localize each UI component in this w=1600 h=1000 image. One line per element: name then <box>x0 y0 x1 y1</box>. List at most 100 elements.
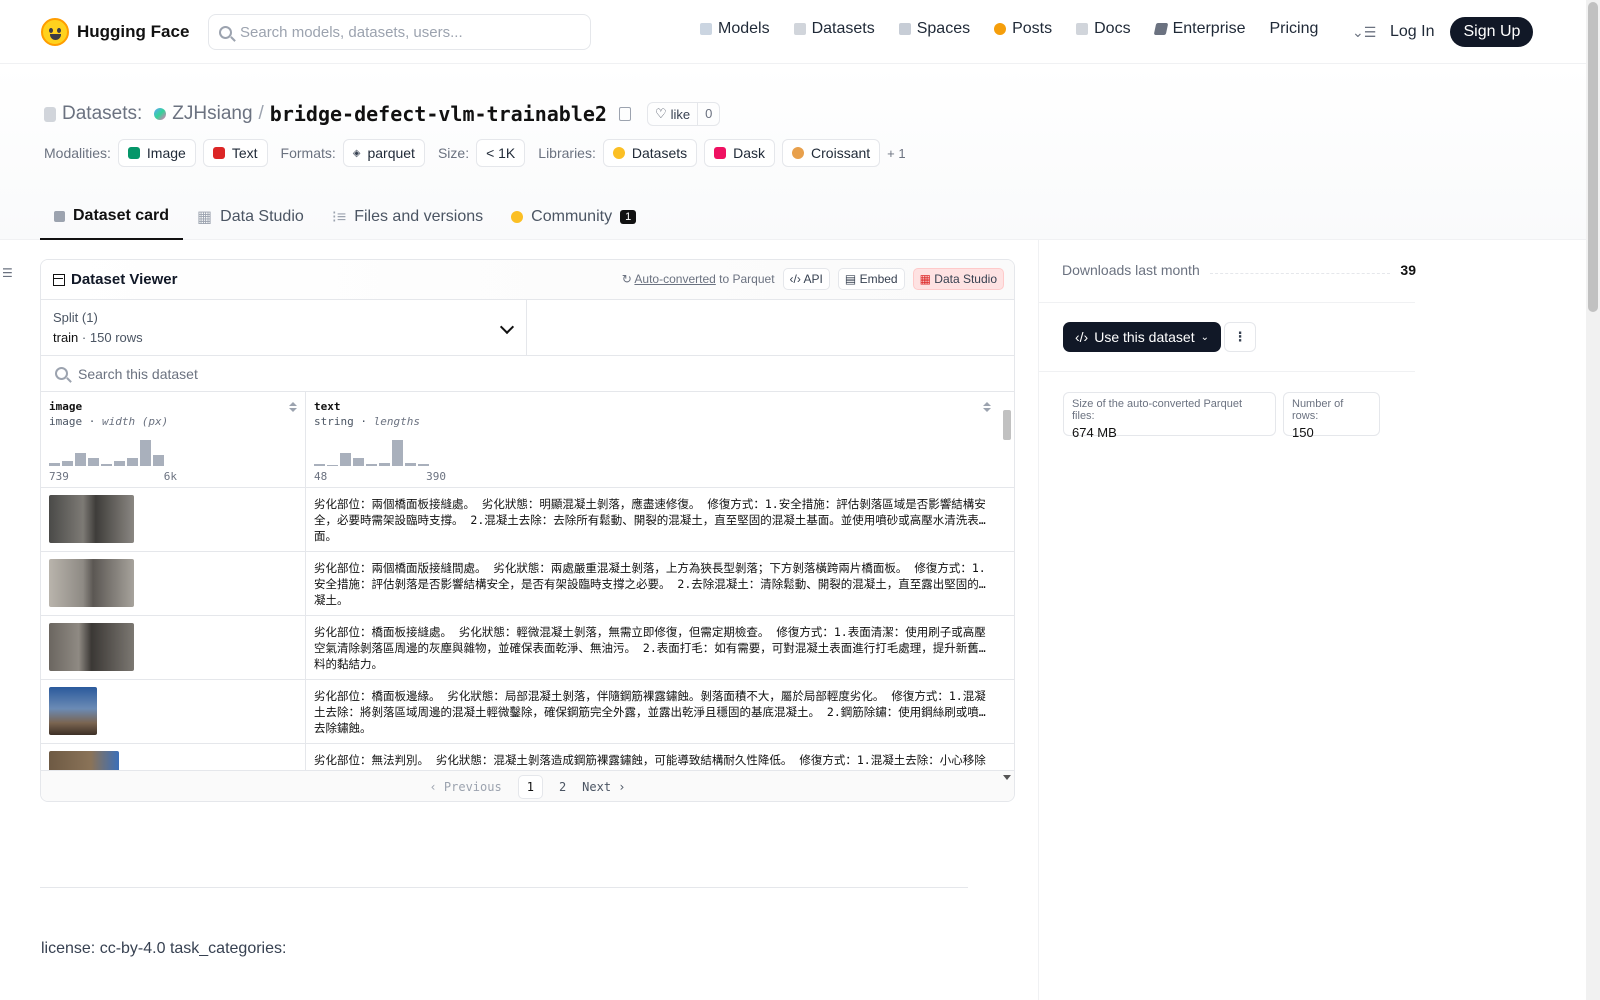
page-2-button[interactable]: 2 <box>559 780 566 794</box>
dataset-name[interactable]: bridge-defect-vlm-trainable2 <box>270 102 607 126</box>
library-croissant-tag[interactable]: Croissant <box>782 139 881 167</box>
page-scrollbar-thumb[interactable] <box>1588 2 1598 312</box>
sort-icon[interactable] <box>983 402 991 412</box>
scroll-down-arrow-icon[interactable] <box>1003 775 1011 780</box>
table-row[interactable]: 劣化部位：橋面板邊緣。 劣化狀態：局部混凝土剝落，伴隨鋼筋裸露鏽蝕。剝落面積不大… <box>41 680 1014 744</box>
column-header-image[interactable]: image image · width (px) 739 6k <box>41 392 306 487</box>
histogram-bar[interactable] <box>114 461 125 466</box>
signup-button[interactable]: Sign Up <box>1450 17 1534 47</box>
histogram-bar[interactable] <box>75 453 86 466</box>
nav-spaces[interactable]: Spaces <box>898 20 970 38</box>
image-cell[interactable] <box>41 744 306 770</box>
image-cell[interactable] <box>41 680 306 743</box>
api-button[interactable]: ‹/› API <box>782 268 830 290</box>
table-row[interactable]: 劣化部位：橋面板接縫處。 劣化狀態：輕微混凝土剝落，無需立即修復，但需定期檢查。… <box>41 616 1014 680</box>
autoconverted-note: ↻ Auto-converted to Parquet <box>622 272 775 286</box>
histogram-bar[interactable] <box>101 464 112 466</box>
like-button[interactable]: ♡ like 0 <box>646 102 721 126</box>
data-studio-button[interactable]: ▦ Data Studio <box>912 268 1004 290</box>
autoconverted-link[interactable]: Auto-converted <box>634 272 715 286</box>
histogram-bar[interactable] <box>353 458 364 466</box>
like-count[interactable]: 0 <box>697 103 719 125</box>
histogram-bar[interactable] <box>392 440 403 466</box>
table-row[interactable]: 劣化部位：無法判別。 劣化狀態：混凝土剝落造成鋼筋裸露鏽蝕，可能導致結構耐久性降… <box>41 744 1014 770</box>
tab-files-and-versions[interactable]: ⁝≡ Files and versions <box>318 194 497 240</box>
histogram-bar[interactable] <box>88 458 99 466</box>
more-menu-icon[interactable]: ⌄☰ <box>1352 24 1376 41</box>
image-cell[interactable] <box>41 552 306 615</box>
histogram-bar[interactable] <box>49 463 60 466</box>
global-search[interactable] <box>208 14 591 50</box>
histogram-bar[interactable] <box>379 463 390 466</box>
image-cell[interactable] <box>41 488 306 551</box>
histogram[interactable] <box>49 440 164 466</box>
text-cell[interactable]: 劣化部位：橋面板邊緣。 劣化狀態：局部混凝土剝落，伴隨鋼筋裸露鏽蝕。剝落面積不大… <box>306 688 999 734</box>
nav-models[interactable]: Models <box>700 20 770 38</box>
next-page-button[interactable]: Next › <box>582 780 625 794</box>
repo-header: Datasets: ZJHsiang / bridge-defect-vlm-t… <box>0 64 1586 240</box>
nav-pricing-label: Pricing <box>1269 20 1319 37</box>
table-row[interactable]: 劣化部位：兩個橋面板接縫處。 劣化狀態：明顯混凝土剝落，應盡速修復。 修復方式：… <box>41 488 1014 552</box>
embed-button[interactable]: ▤ Embed <box>837 268 905 290</box>
brand-name[interactable]: Hugging Face <box>77 22 189 42</box>
library-datasets-tag[interactable]: Datasets <box>602 139 698 167</box>
histogram-bar[interactable] <box>405 463 416 466</box>
histogram-bar[interactable] <box>314 464 325 466</box>
row-image-thumbnail[interactable] <box>49 623 134 671</box>
histogram-bar[interactable] <box>62 461 73 466</box>
use-this-dataset-button[interactable]: ‹/› Use this dataset ⌄ <box>1063 322 1221 352</box>
row-image-thumbnail[interactable] <box>49 687 97 735</box>
histogram-bar[interactable] <box>327 465 338 466</box>
breadcrumb-kind[interactable]: Datasets: <box>62 103 142 125</box>
viewer-scrollbar[interactable] <box>1000 396 1014 780</box>
text-cell[interactable]: 劣化部位：無法判別。 劣化狀態：混凝土剝落造成鋼筋裸露鏽蝕，可能導致結構耐久性降… <box>306 752 999 770</box>
histogram[interactable] <box>314 440 429 466</box>
row-image-thumbnail[interactable] <box>49 559 134 607</box>
text-cell[interactable]: 劣化部位：橋面板接縫處。 劣化狀態：輕微混凝土剝落，無需立即修復，但需定期檢查。… <box>306 624 999 670</box>
tab-data-studio[interactable]: ▦ Data Studio <box>183 194 318 240</box>
more-libraries[interactable]: + 1 <box>887 146 905 161</box>
row-image-thumbnail[interactable] <box>49 495 134 543</box>
previous-page-button[interactable]: ‹ Previous <box>429 780 501 794</box>
size-tag[interactable]: < 1K <box>476 139 526 167</box>
copy-icon[interactable] <box>618 107 631 121</box>
more-options-button[interactable]: ⋮ <box>1224 322 1256 352</box>
scrollbar-thumb[interactable] <box>1003 410 1011 440</box>
text-cell[interactable]: 劣化部位：兩個橋面板接縫處。 劣化狀態：明顯混凝土剝落，應盡速修復。 修復方式：… <box>306 496 999 542</box>
histogram-bar[interactable] <box>366 464 377 466</box>
library-dask-tag[interactable]: Dask <box>704 139 776 167</box>
global-search-input[interactable] <box>240 23 570 41</box>
page-scrollbar[interactable] <box>1586 0 1600 1000</box>
nav-posts[interactable]: Posts <box>994 20 1052 38</box>
histogram-bar[interactable] <box>153 455 164 466</box>
nav-enterprise[interactable]: Enterprise <box>1153 20 1245 38</box>
column-header-text[interactable]: text string · lengths 48 390 <box>306 392 999 487</box>
search-icon <box>219 25 232 39</box>
format-parquet-tag[interactable]: ◈ parquet <box>342 139 425 167</box>
histogram-bar[interactable] <box>340 453 351 466</box>
modality-image-tag[interactable]: Image <box>117 139 196 167</box>
owner-link[interactable]: ZJHsiang <box>172 103 252 125</box>
hf-logo[interactable]: Hugging Face <box>41 18 189 46</box>
toc-toggle-icon[interactable]: ☰ <box>2 266 13 280</box>
histogram-bar[interactable] <box>140 440 151 466</box>
dataset-search[interactable] <box>41 356 1014 392</box>
histogram-bar[interactable] <box>418 464 429 466</box>
row-image-thumbnail[interactable] <box>49 751 119 770</box>
modality-text-tag[interactable]: Text <box>202 139 268 167</box>
table-row[interactable]: 劣化部位：兩個橋面版接縫間處。 劣化狀態：兩處嚴重混凝土剝落，上方為狹長型剝落；… <box>41 552 1014 616</box>
split-select[interactable]: Split (1) train · 150 rows <box>41 300 527 355</box>
tab-dataset-card[interactable]: Dataset card <box>40 194 184 240</box>
tab-community[interactable]: Community 1 <box>497 194 650 240</box>
sort-icon[interactable] <box>289 402 297 412</box>
image-cell[interactable] <box>41 616 306 679</box>
nav-docs[interactable]: Docs <box>1076 20 1131 38</box>
parquet-size-stat: Size of the auto-converted Parquet files… <box>1063 392 1276 440</box>
histogram-bar[interactable] <box>127 458 138 466</box>
page-1-button[interactable]: 1 <box>517 774 543 799</box>
nav-datasets[interactable]: Datasets <box>793 20 875 38</box>
dataset-search-input[interactable] <box>78 365 578 382</box>
text-cell[interactable]: 劣化部位：兩個橋面版接縫間處。 劣化狀態：兩處嚴重混凝土剝落，上方為狹長型剝落；… <box>306 560 999 606</box>
login-link[interactable]: Log In <box>1390 23 1434 41</box>
nav-pricing[interactable]: Pricing <box>1269 20 1318 38</box>
